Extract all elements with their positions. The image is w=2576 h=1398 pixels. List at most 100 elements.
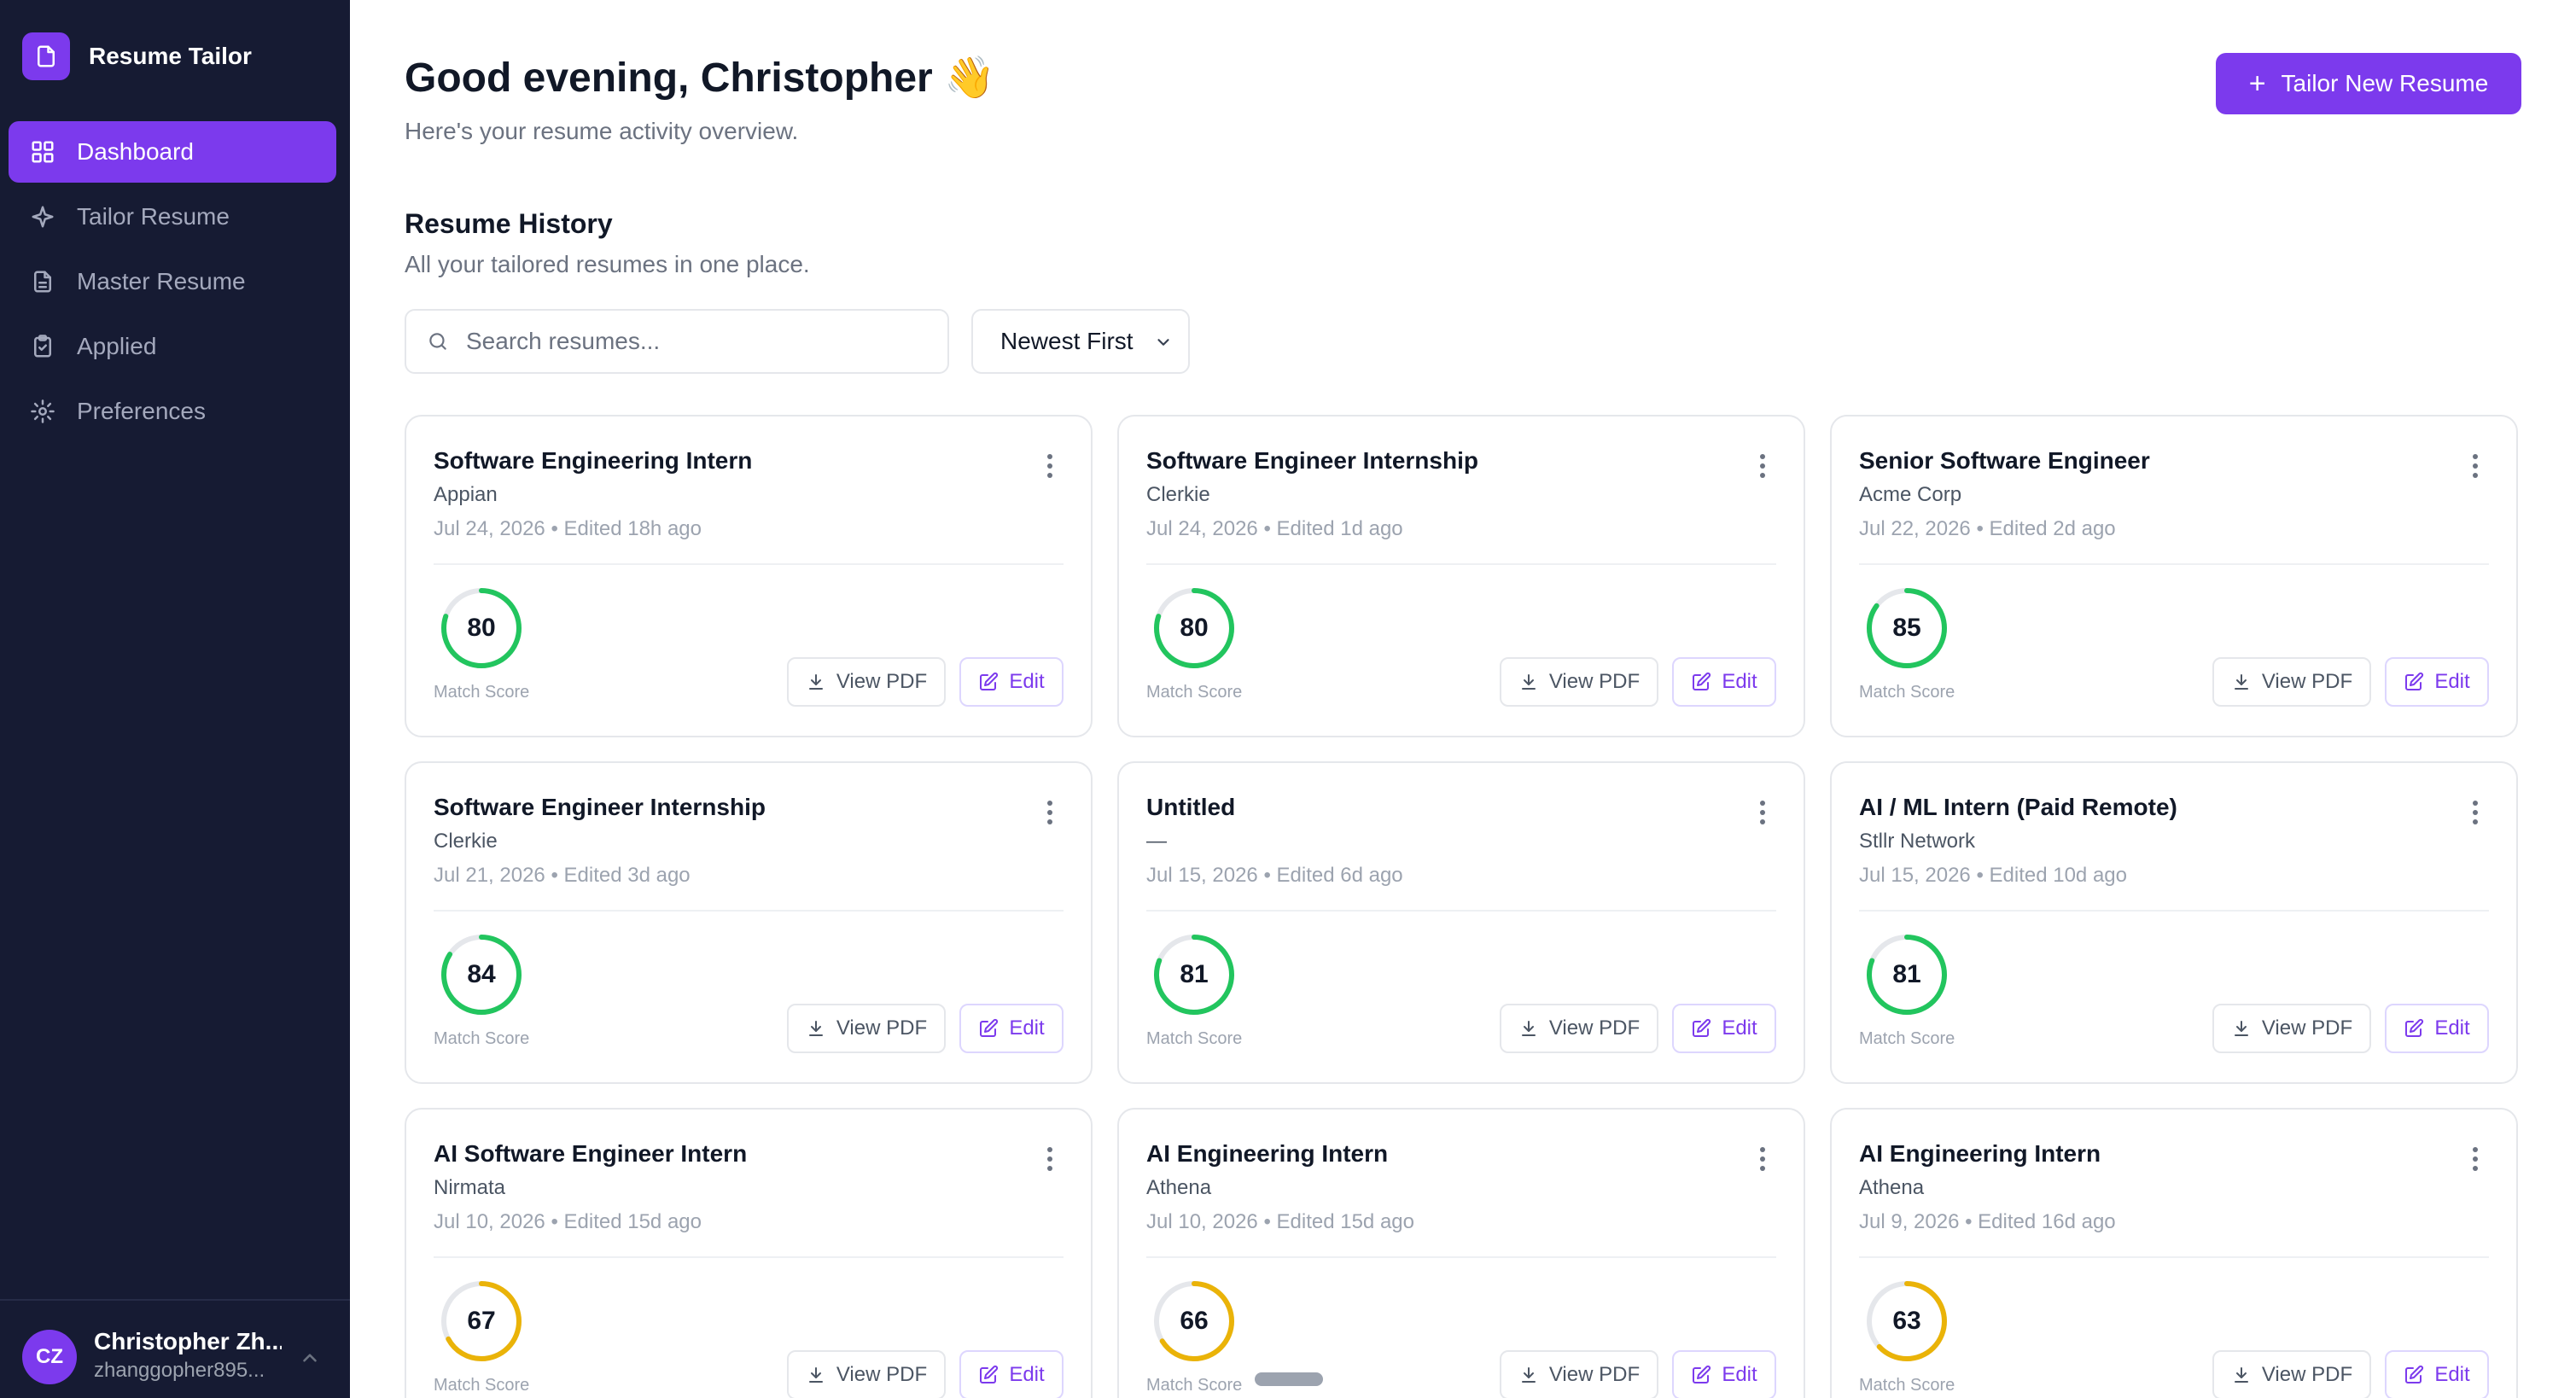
edit-label: Edit — [2434, 1363, 2470, 1386]
more-options-icon[interactable] — [2468, 452, 2482, 480]
match-score-value: 80 — [1180, 614, 1209, 642]
card-divider — [1146, 563, 1776, 565]
resume-meta: Jul 24, 2026 • Edited 1d ago — [1146, 517, 1403, 540]
view-pdf-label: View PDF — [2261, 1016, 2353, 1040]
download-icon — [1521, 1367, 1536, 1383]
resume-meta: Jul 15, 2026 • Edited 10d ago — [1859, 864, 2127, 887]
match-score-value: 84 — [467, 960, 496, 988]
edit-icon — [1693, 672, 1711, 690]
resume-meta: Jul 9, 2026 • Edited 16d ago — [1859, 1210, 2116, 1233]
sidebar-item-label: Preferences — [77, 398, 206, 424]
view-pdf-button[interactable]: View PDF — [1500, 1004, 1658, 1053]
match-score-label: Match Score — [434, 1376, 530, 1395]
view-pdf-button[interactable]: View PDF — [787, 657, 946, 707]
view-pdf-button[interactable]: View PDF — [2212, 657, 2371, 707]
edit-button[interactable]: Edit — [1672, 657, 1776, 707]
tailor-new-resume-button[interactable]: + Tailor New Resume — [2216, 53, 2521, 114]
match-score-ring: 80 — [1151, 585, 1237, 671]
edit-button[interactable]: Edit — [1672, 1350, 1776, 1398]
match-score-label: Match Score — [1146, 1376, 1243, 1395]
match-score-value: 80 — [467, 614, 496, 642]
sidebar-item-applied[interactable]: Applied — [9, 316, 336, 377]
document-icon — [29, 268, 56, 295]
resume-card[interactable]: Software Engineer Internship Clerkie Jul… — [405, 761, 1093, 1084]
sidebar-item-master-resume[interactable]: Master Resume — [9, 251, 336, 312]
search-box — [405, 309, 949, 374]
button-label: Tailor New Resume — [2281, 70, 2489, 96]
page-title: Good evening, Christopher 👋 — [405, 55, 995, 101]
edit-icon — [2405, 672, 2424, 690]
search-input[interactable] — [466, 328, 927, 355]
main-content: Good evening, Christopher 👋 Here's your … — [350, 0, 2576, 1398]
download-icon — [2234, 674, 2248, 690]
page-subtitle: Here's your resume activity overview. — [405, 118, 799, 144]
edit-button[interactable]: Edit — [959, 1350, 1064, 1398]
more-options-icon[interactable] — [1043, 799, 1057, 826]
download-icon — [808, 1367, 823, 1383]
edit-button[interactable]: Edit — [1672, 1004, 1776, 1053]
resume-title: Senior Software Engineer — [1859, 447, 2150, 474]
scroll-indicator[interactable] — [1255, 1372, 1323, 1386]
download-icon — [2234, 1367, 2248, 1383]
edit-label: Edit — [2434, 1016, 2470, 1040]
edit-button[interactable]: Edit — [959, 1004, 1064, 1053]
view-pdf-button[interactable]: View PDF — [2212, 1350, 2371, 1398]
more-options-icon[interactable] — [1756, 1145, 1769, 1173]
card-divider — [434, 563, 1064, 565]
download-icon — [808, 674, 823, 690]
more-options-icon[interactable] — [1756, 452, 1769, 480]
resume-company: Stllr Network — [1859, 830, 1976, 853]
sidebar-item-label: Applied — [77, 333, 157, 359]
resume-title: Software Engineering Intern — [434, 447, 753, 474]
edit-button[interactable]: Edit — [2385, 1004, 2489, 1053]
edit-icon — [2405, 1018, 2424, 1037]
match-score-ring: 81 — [1151, 932, 1237, 1017]
view-pdf-button[interactable]: View PDF — [787, 1350, 946, 1398]
view-pdf-button[interactable]: View PDF — [1500, 1350, 1658, 1398]
view-pdf-label: View PDF — [2261, 1363, 2353, 1386]
resume-company: Nirmata — [434, 1176, 506, 1199]
download-icon — [1521, 1021, 1536, 1036]
card-divider — [1859, 1256, 2489, 1258]
user-menu[interactable]: CZ Christopher Zh... zhanggopher895... — [0, 1299, 350, 1398]
download-icon — [1521, 674, 1536, 690]
edit-icon — [980, 1018, 999, 1037]
sidebar-item-tailor-resume[interactable]: Tailor Resume — [9, 186, 336, 248]
edit-button[interactable]: Edit — [2385, 1350, 2489, 1398]
resume-card[interactable]: AI Software Engineer Intern Nirmata Jul … — [405, 1108, 1093, 1398]
resume-title: Untitled — [1146, 794, 1236, 820]
brand[interactable]: Resume Tailor — [22, 32, 252, 80]
more-options-icon[interactable] — [1043, 452, 1057, 480]
resume-card[interactable]: AI Engineering Intern Athena Jul 9, 2026… — [1830, 1108, 2518, 1398]
match-score-label: Match Score — [1859, 1376, 1955, 1395]
edit-icon — [980, 672, 999, 690]
more-options-icon[interactable] — [2468, 799, 2482, 826]
view-pdf-button[interactable]: View PDF — [2212, 1004, 2371, 1053]
sidebar-item-preferences[interactable]: Preferences — [9, 381, 336, 442]
edit-button[interactable]: Edit — [959, 657, 1064, 707]
more-options-icon[interactable] — [2468, 1145, 2482, 1173]
match-score-value: 66 — [1180, 1307, 1209, 1335]
resume-card[interactable]: Senior Software Engineer Acme Corp Jul 2… — [1830, 415, 2518, 737]
resume-card[interactable]: AI Engineering Intern Athena Jul 10, 202… — [1117, 1108, 1805, 1398]
more-options-icon[interactable] — [1043, 1145, 1057, 1173]
view-pdf-button[interactable]: View PDF — [787, 1004, 946, 1053]
more-options-icon[interactable] — [1756, 799, 1769, 826]
resume-title: AI Engineering Intern — [1859, 1140, 2101, 1167]
sidebar-item-label: Tailor Resume — [77, 203, 230, 230]
resume-card[interactable]: Software Engineer Internship Clerkie Jul… — [1117, 415, 1805, 737]
match-score-label: Match Score — [434, 1029, 530, 1048]
view-pdf-label: View PDF — [836, 670, 928, 693]
resume-card[interactable]: Untitled — Jul 15, 2026 • Edited 6d ago … — [1117, 761, 1805, 1084]
sidebar-item-dashboard[interactable]: Dashboard — [9, 121, 336, 183]
view-pdf-button[interactable]: View PDF — [1500, 657, 1658, 707]
edit-button[interactable]: Edit — [2385, 657, 2489, 707]
plus-icon: + — [2248, 67, 2266, 100]
edit-icon — [980, 1365, 999, 1383]
sort-select[interactable]: Newest First — [971, 309, 1190, 374]
match-score-value: 81 — [1892, 960, 1921, 988]
match-score-value: 67 — [467, 1307, 496, 1335]
resume-title: AI Engineering Intern — [1146, 1140, 1389, 1167]
resume-card[interactable]: Software Engineering Intern Appian Jul 2… — [405, 415, 1093, 737]
resume-card[interactable]: AI / ML Intern (Paid Remote) Stllr Netwo… — [1830, 761, 2518, 1084]
